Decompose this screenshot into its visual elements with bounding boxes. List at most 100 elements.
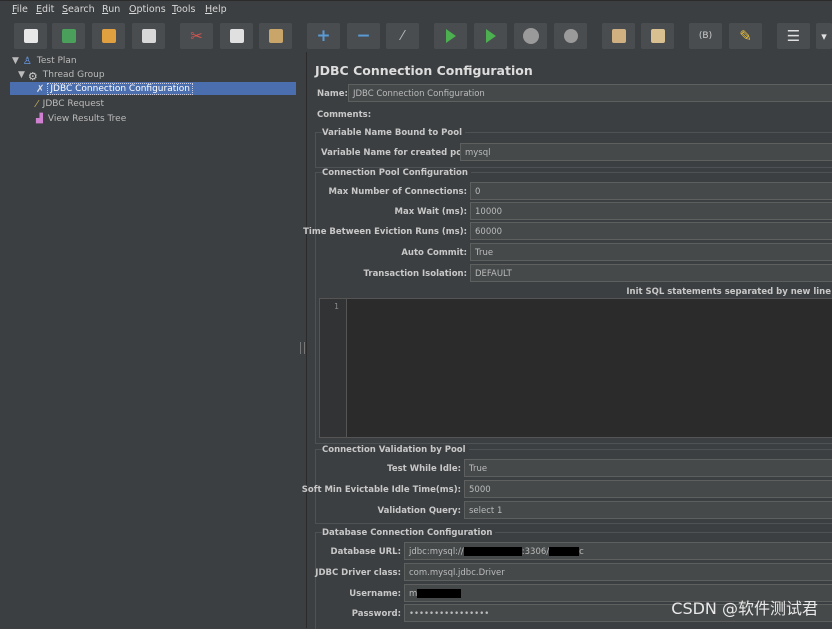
watermark: CSDN @软件测试君: [671, 599, 818, 618]
templates-icon: [61, 29, 76, 43]
url-prefix: jdbc:mysql://: [409, 547, 464, 557]
validation-section-title: Connection Validation by Pool: [322, 445, 469, 455]
templates-button[interactable]: [52, 23, 85, 49]
page-title: JDBC Connection Configuration: [315, 63, 533, 78]
start-icon: [445, 29, 456, 43]
eviction-runs-field[interactable]: 60000: [470, 222, 832, 240]
menu-options[interactable]: Options: [129, 4, 166, 15]
cut-icon: ✂: [190, 27, 203, 45]
jdbc-driver-label: JDBC Driver class:: [315, 568, 401, 578]
tree-item-jdbc-connection-configuration[interactable]: ✗ JDBC Connection Configuration: [10, 82, 296, 95]
tree-item-label: Thread Group: [42, 69, 105, 80]
tree-item-label: View Results Tree: [47, 113, 127, 124]
validation-query-label: Validation Query:: [377, 506, 462, 516]
toggle-icon: ⁄: [401, 28, 404, 44]
menu-tools[interactable]: Tools: [172, 4, 195, 15]
pipette-icon: ⁄: [36, 98, 38, 110]
eviction-runs-label: Time Between Eviction Runs (ms):: [303, 227, 467, 237]
menu-edit[interactable]: Edit: [36, 4, 54, 15]
tree-item-thread-group[interactable]: ▼ ⚙ Thread Group: [18, 68, 107, 83]
transaction-isolation-label: Transaction Isolation:: [363, 269, 467, 279]
clear-all-icon: [650, 29, 665, 43]
gear-icon: ⚙: [27, 69, 38, 83]
auto-commit-label: Auto Commit:: [401, 248, 467, 258]
config-panel: JDBC Connection Configuration Name: JDBC…: [302, 52, 832, 629]
chart-icon: ▟: [36, 113, 43, 124]
help-button[interactable]: ▾: [816, 23, 832, 49]
tree-item-label: JDBC Connection Configuration: [47, 82, 193, 95]
tree-item-label: JDBC Request: [42, 98, 104, 109]
tree-item-test-plan[interactable]: ▼ ♙ Test Plan: [12, 54, 79, 67]
copy-button[interactable]: [220, 23, 253, 49]
name-label: Name:: [317, 89, 348, 99]
save-icon: [141, 29, 156, 43]
expand-icon: +: [316, 26, 331, 46]
menu-run[interactable]: Run: [102, 4, 120, 15]
database-url-label: Database URL:: [330, 547, 401, 557]
panel-splitter[interactable]: [298, 52, 306, 628]
cut-button[interactable]: ✂: [180, 23, 213, 49]
menu-bar: File Edit Search Run Options Tools Help: [0, 0, 832, 18]
menu-help[interactable]: Help: [205, 4, 227, 15]
search-button[interactable]: (B): [689, 23, 722, 49]
variable-name-label: Variable Name for created pool:: [321, 148, 475, 158]
expand-button[interactable]: +: [307, 23, 340, 49]
copy-icon: [229, 29, 244, 43]
open-icon: [101, 29, 116, 43]
max-wait-field[interactable]: 10000: [470, 202, 832, 220]
reset-search-icon: ✎: [739, 27, 752, 45]
test-plan-tree: ▼ ♙ Test Plan ▼ ⚙ Thread Group ✗ JDBC Co…: [0, 52, 298, 628]
url-suffix: c: [579, 547, 584, 557]
jdbc-driver-field[interactable]: com.mysql.jdbc.Driver: [404, 563, 832, 581]
name-field[interactable]: JDBC Connection Configuration: [348, 84, 832, 102]
tree-item-view-results-tree[interactable]: ▟ View Results Tree: [36, 112, 128, 125]
pool-section-title: Connection Pool Configuration: [322, 168, 471, 178]
chevron-down-icon: ▼: [12, 55, 19, 66]
new-button[interactable]: [14, 23, 47, 49]
variable-section-title: Variable Name Bound to Pool: [322, 128, 465, 138]
save-button[interactable]: [132, 23, 165, 49]
menu-search[interactable]: Search: [62, 4, 95, 15]
username-value: m: [409, 589, 418, 599]
open-button[interactable]: [92, 23, 125, 49]
chevron-down-icon: ▼: [18, 69, 25, 80]
max-connections-field[interactable]: 0: [470, 182, 832, 200]
init-sql-editor[interactable]: 1: [319, 298, 832, 438]
database-url-field[interactable]: jdbc:mysql:// :3306/c: [404, 542, 832, 560]
stop-button[interactable]: [514, 23, 547, 49]
test-while-idle-select[interactable]: True: [464, 459, 832, 477]
url-port: :3306/: [521, 547, 550, 557]
soft-min-idle-label: Soft Min Evictable Idle Time(ms):: [301, 485, 461, 495]
collapse-button[interactable]: −: [347, 23, 380, 49]
password-label: Password:: [351, 609, 401, 619]
auto-commit-select[interactable]: True: [470, 243, 832, 261]
menu-file[interactable]: File: [12, 4, 28, 15]
clear-button[interactable]: [602, 23, 635, 49]
tree-item-label: Test Plan: [36, 55, 77, 66]
start-button[interactable]: [434, 23, 467, 49]
toolbar: ✂ + − ⁄ (B) ✎ ☰ ▾: [0, 18, 832, 52]
test-plan-icon: ♙: [22, 55, 32, 67]
clear-all-button[interactable]: [641, 23, 674, 49]
shutdown-button[interactable]: [554, 23, 587, 49]
function-helper-button[interactable]: ☰: [777, 23, 810, 49]
paste-icon: [268, 29, 283, 43]
variable-name-field[interactable]: mysql: [460, 143, 832, 161]
comments-label: Comments:: [317, 110, 372, 120]
tree-item-jdbc-request[interactable]: ⁄ JDBC Request: [36, 97, 106, 110]
shutdown-icon: [563, 29, 578, 43]
line-number: 1: [334, 302, 339, 311]
start-no-pauses-icon: [485, 29, 496, 43]
start-no-pauses-button[interactable]: [474, 23, 507, 49]
transaction-isolation-select[interactable]: DEFAULT: [470, 264, 832, 282]
validation-query-field[interactable]: select 1: [464, 501, 832, 519]
paste-button[interactable]: [259, 23, 292, 49]
clear-icon: [611, 29, 626, 43]
reset-search-button[interactable]: ✎: [729, 23, 762, 49]
splitter-grip-icon: [300, 342, 305, 354]
editor-gutter: 1: [320, 299, 347, 437]
function-helper-icon: ☰: [786, 27, 801, 45]
toggle-button[interactable]: ⁄: [386, 23, 419, 49]
soft-min-idle-field[interactable]: 5000: [464, 480, 832, 498]
redaction-block: [463, 547, 522, 556]
